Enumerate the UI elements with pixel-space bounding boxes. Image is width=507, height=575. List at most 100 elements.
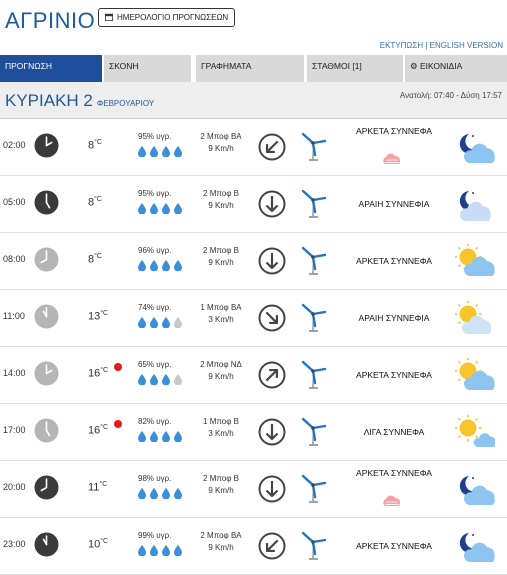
wind-direction-arrow-icon [258,361,286,389]
row-description: ΑΡΚΕΤΑ ΣΥΝΝΕΦΑ [356,541,432,551]
calendar-button-label: ΗΜΕΡΟΛΟΓΙΟ ΠΡΟΓΝΩΣΕΩΝ [117,13,229,22]
wind-turbine-icon [301,530,327,560]
wind-direction-arrow-icon [258,304,286,332]
row-wind-kmh: 9 Km/h [208,372,234,381]
row-description: ΑΡΚΕΤΑ ΣΥΝΝΕΦΑ [356,468,432,478]
wind-direction-arrow-icon [258,475,286,503]
forecast-row: 14:00 16°C 65% υγρ. 2 Μποφ ΝΔ 9 Km/h ΑΡΚΕΤΑ Σ… [0,346,507,404]
city-title: ΑΓΡΙΝΙΟ [5,8,96,33]
row-wind-kmh: 3 Km/h [208,429,234,438]
row-humidity: 95% υγρ. [138,189,172,198]
row-description: ΑΡΚΕΤΑ ΣΥΝΝΕΦΑ [356,256,432,266]
row-humidity: 95% υγρ. [138,132,172,141]
sun-thin-cloud-icon [454,300,495,335]
clock-icon [34,133,59,158]
wind-turbine-icon [301,359,327,389]
moon-cloud-icon [455,472,495,506]
day-header: ΚΥΡΙΑΚΗ 2 ΦΕΒΡΟΥΑΡΙΟΥ Ανατολή: 07:40 - Δύ… [0,82,507,119]
tab-dust[interactable]: ΣΚΟΝΗ [104,55,191,82]
row-wind-kmh: 9 Km/h [208,144,234,153]
tab-label: ΣΤΑΘΜΟΙ [1] [312,61,362,71]
alert-dot-icon [114,363,122,371]
row-time: 05:00 [3,197,26,207]
row-temperature: 8°C [88,196,102,209]
tab-label: ΕΙΚΟΝΙΔΙΑ [419,61,463,71]
row-humidity: 82% υγρ. [138,417,172,426]
wind-turbine-icon [301,188,327,218]
wind-turbine-icon [301,245,327,275]
row-temperature: 8°C [88,139,102,152]
row-humidity: 99% υγρ. [138,531,172,540]
day-name: ΚΥΡΙΑΚΗ 2 [5,91,93,110]
wind-turbine-icon [301,302,327,332]
humidity-drops-icon [138,201,186,219]
top-links: ΕΚΤΥΠΩΣΗ | ENGLISH VERSION [380,41,503,50]
row-humidity: 96% υγρ. [138,246,172,255]
clock-icon [34,532,59,557]
gear-icon: ⚙ [410,61,420,71]
forecast-row: 08:00 8°C 96% υγρ. 2 Μποφ Β 9 Km/h ΑΡΚΕΤΑ ΣΥΝ… [0,232,507,290]
row-wind-beaufort: 2 Μποφ ΒΑ [200,531,242,540]
row-time: 11:00 [3,311,25,321]
forecast-row: 02:00 8°C 95% υγρ. 2 Μποφ ΒΑ 9 Km/h ΑΡΚΕΤΑ ΣΥ… [0,118,507,176]
english-version-link[interactable]: ENGLISH VERSION [430,41,503,50]
wind-direction-arrow-icon [258,133,286,161]
row-temperature: 8°C [88,253,102,266]
row-description: ΑΡΚΕΤΑ ΣΥΝΝΕΦΑ [356,370,432,380]
wind-direction-arrow-icon [258,418,286,446]
forecast-row: 05:00 8°C 95% υγρ. 2 Μποφ Β 9 Km/h ΑΡΑΙΗ ΣΥΝΝ… [0,175,507,233]
temperature-unit: °C [100,367,109,374]
row-humidity: 98% υγρ. [138,474,172,483]
row-wind-beaufort: 2 Μποφ Β [203,474,239,483]
clock-icon [34,190,59,215]
row-wind-beaufort: 1 Μποφ ΒΑ [200,303,242,312]
row-description: ΑΡΚΕΤΑ ΣΥΝΝΕΦΑ [356,126,432,136]
humidity-drops-icon [138,258,186,276]
row-wind-kmh: 9 Km/h [208,258,234,267]
row-description: ΑΡΑΙΗ ΣΥΝΝΕΦΙΑ [358,313,430,323]
row-temperature: 10°C [88,538,108,551]
row-humidity: 65% υγρ. [138,360,172,369]
tab-bar: ΠΡΟΓΝΩΣΗ ΣΚΟΝΗ ΓΡΑΦΗΜΑΤΑ ΣΤΑΘΜΟΙ [1] ⚙ Ε… [0,55,507,82]
forecast-row: 23:00 10°C 99% υγρ. 2 Μποφ ΒΑ 9 Km/h ΑΡΚΕΤΑ Σ… [0,517,507,575]
tab-icons[interactable]: ⚙ ΕΙΚΟΝΙΔΙΑ [405,55,507,82]
row-temperature: 16°C [88,367,108,380]
forecast-row: 20:00 11°C 98% υγρ. 2 Μποφ Β 9 Km/h ΑΡΚΕΤΑ ΣΥ… [0,460,507,518]
wind-direction-arrow-icon [258,247,286,275]
row-time: 20:00 [3,482,26,492]
tab-label: ΓΡΑΦΗΜΑΤΑ [201,61,252,71]
row-temperature: 13°C [88,310,108,323]
humidity-drops-icon [138,372,186,390]
tab-charts[interactable]: ΓΡΑΦΗΜΑΤΑ [196,55,304,82]
temperature-unit: °C [94,253,102,260]
temperature-unit: °C [94,196,102,203]
sunrise-sunset: Ανατολή: 07:40 - Δύση 17:57 [399,91,502,100]
temperature-value: 10 [88,538,101,551]
forecast-row: 11:00 13°C 74% υγρ. 1 Μποφ ΒΑ 3 Km/h ΑΡΑΙΗ ΣΥ… [0,289,507,347]
wind-turbine-icon [301,473,327,503]
row-wind-kmh: 3 Km/h [208,315,234,324]
row-description: ΑΡΑΙΗ ΣΥΝΝΕΦΙΑ [358,199,430,209]
day-title: ΚΥΡΙΑΚΗ 2 ΦΕΒΡΟΥΑΡΙΟΥ [5,91,154,111]
humidity-drops-icon [138,486,186,504]
tab-stations[interactable]: ΣΤΑΘΜΟΙ [1] [307,55,403,82]
row-wind-beaufort: 2 Μποφ ΒΑ [200,132,242,141]
row-time: 02:00 [3,140,26,150]
row-description: ΛΙΓΑ ΣΥΝΝΕΦΑ [363,427,425,437]
row-wind-kmh: 9 Km/h [208,543,234,552]
forecast-calendar-button[interactable]: ΗΜΕΡΟΛΟΓΙΟ ΠΡΟΓΝΩΣΕΩΝ [98,8,236,27]
tab-label: ΠΡΟΓΝΩΣΗ [5,61,52,71]
row-humidity: 74% υγρ. [138,303,172,312]
row-wind-kmh: 9 Km/h [208,486,234,495]
wind-direction-arrow-icon [258,532,286,560]
month-name: ΦΕΒΡΟΥΑΡΙΟΥ [96,99,155,108]
moon-cloud-icon [455,130,495,164]
tab-forecast[interactable]: ΠΡΟΓΝΩΣΗ [0,55,102,82]
print-link[interactable]: ΕΚΤΥΠΩΣΗ [380,41,423,50]
humidity-drops-icon [138,315,186,333]
row-temperature: 16°C [88,424,108,437]
alert-dot-icon [114,420,122,428]
row-time: 08:00 [3,254,26,264]
row-wind-beaufort: 2 Μποφ Β [203,246,239,255]
row-temperature: 11°C [88,481,107,494]
